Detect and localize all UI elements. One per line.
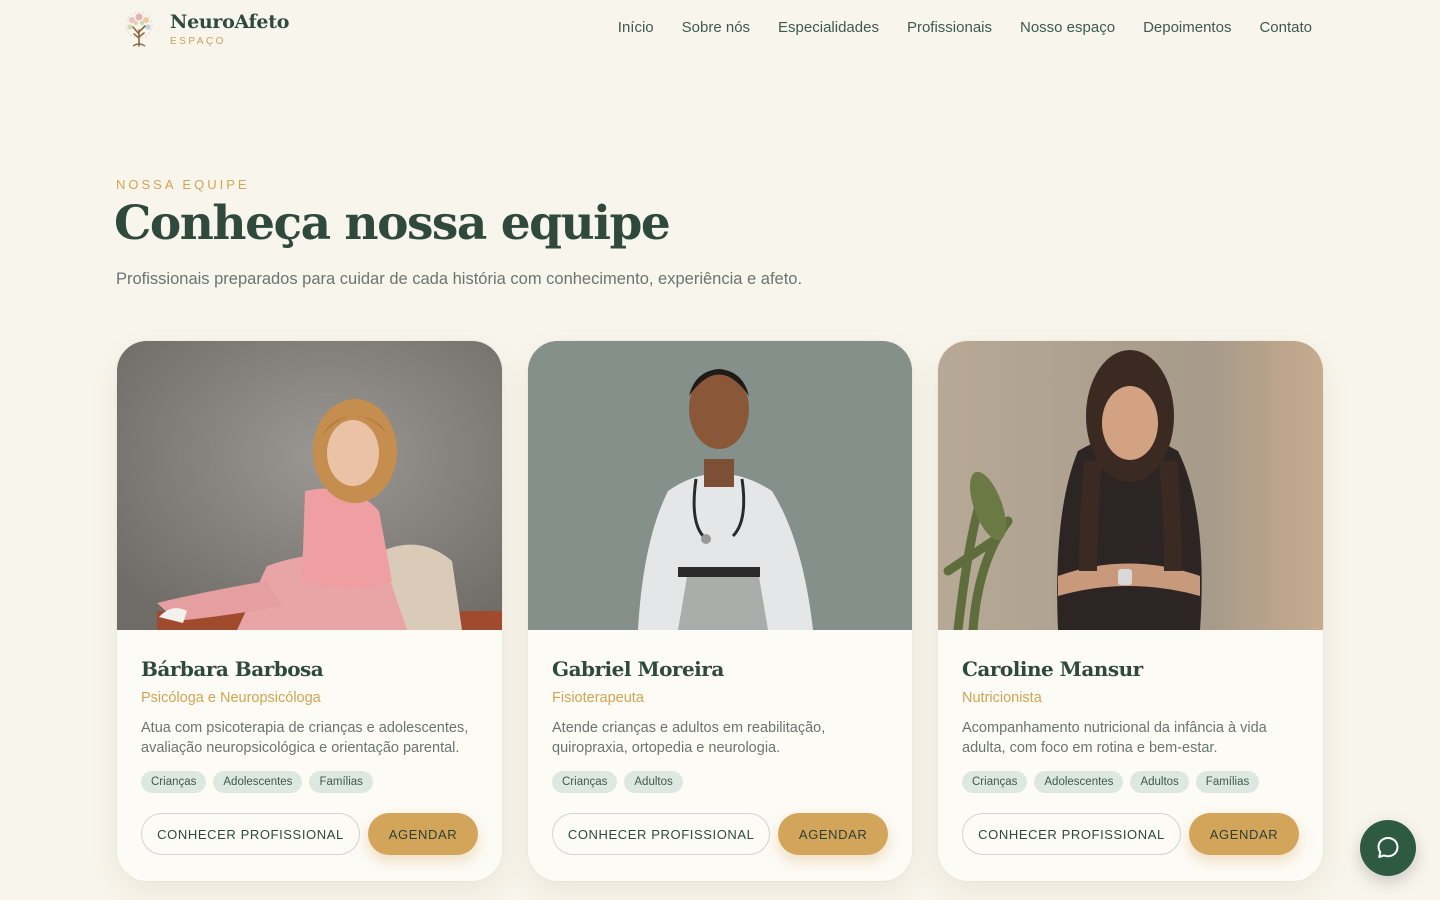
professional-photo bbox=[938, 341, 1323, 630]
team-card-caroline: Caroline Mansur Nutricionista Acompanham… bbox=[938, 341, 1323, 881]
tag-list: Crianças Adolescentes Famílias bbox=[141, 771, 478, 793]
tag-adolescentes: Adolescentes bbox=[1034, 771, 1124, 793]
tree-logo-icon bbox=[125, 11, 153, 47]
professional-name: Bárbara Barbosa bbox=[141, 657, 324, 681]
tag-list: Crianças Adultos bbox=[552, 771, 888, 793]
view-profile-button[interactable]: CONHECER PROFISSIONAL bbox=[552, 813, 771, 855]
professional-role: Fisioterapeuta bbox=[552, 690, 644, 706]
schedule-button[interactable]: AGENDAR bbox=[1189, 813, 1299, 855]
site-header: NeuroAfeto ESPAÇO Início Sobre nós Espec… bbox=[0, 0, 1440, 58]
schedule-button[interactable]: AGENDAR bbox=[778, 813, 888, 855]
brand-name: NeuroAfeto bbox=[170, 11, 290, 33]
team-card-gabriel: Gabriel Moreira Fisioterapeuta Atende cr… bbox=[528, 341, 912, 881]
view-profile-button[interactable]: CONHECER PROFISSIONAL bbox=[962, 813, 1181, 855]
nav-link-nosso-espaco[interactable]: Nosso espaço bbox=[1020, 19, 1115, 36]
professional-description: Atua com psicoterapia de crianças e adol… bbox=[141, 720, 469, 756]
professional-role: Psicóloga e Neuropsicóloga bbox=[141, 690, 321, 706]
tag-adolescentes: Adolescentes bbox=[213, 771, 303, 793]
chat-button[interactable] bbox=[1360, 820, 1416, 876]
chat-bubble-icon bbox=[1377, 837, 1399, 858]
team-card-barbara: Bárbara Barbosa Psicóloga e Neuropsicólo… bbox=[117, 341, 502, 881]
tag-criancas: Crianças bbox=[552, 771, 618, 793]
tag-criancas: Crianças bbox=[141, 771, 207, 793]
main-nav: Início Sobre nós Especialidades Profissi… bbox=[618, 19, 1312, 36]
tag-adultos: Adultos bbox=[1130, 771, 1189, 793]
professional-photo bbox=[117, 341, 502, 630]
card-actions: CONHECER PROFISSIONAL AGENDAR bbox=[962, 813, 1299, 855]
nav-link-sobre-nos[interactable]: Sobre nós bbox=[682, 19, 750, 36]
nav-link-contato[interactable]: Contato bbox=[1259, 19, 1312, 36]
professional-name: Gabriel Moreira bbox=[552, 657, 724, 681]
schedule-button[interactable]: AGENDAR bbox=[368, 813, 478, 855]
nav-link-depoimentos[interactable]: Depoimentos bbox=[1143, 19, 1231, 36]
nav-link-inicio[interactable]: Início bbox=[618, 19, 654, 36]
tag-familias: Famílias bbox=[309, 771, 373, 793]
professional-photo bbox=[528, 341, 912, 630]
professional-description: Atende crianças e adultos em reabilitaçã… bbox=[552, 720, 826, 756]
tag-list: Crianças Adolescentes Adultos Famílias bbox=[962, 771, 1299, 793]
view-profile-button[interactable]: CONHECER PROFISSIONAL bbox=[141, 813, 360, 855]
brand-logo[interactable]: NeuroAfeto ESPAÇO bbox=[120, 10, 289, 48]
section-eyebrow: NOSSA EQUIPE bbox=[116, 177, 250, 192]
tag-adultos: Adultos bbox=[624, 771, 683, 793]
nav-link-especialidades[interactable]: Especialidades bbox=[778, 19, 879, 36]
nav-link-profissionais[interactable]: Profissionais bbox=[907, 19, 992, 36]
tag-familias: Famílias bbox=[1195, 771, 1260, 793]
tag-criancas: Crianças bbox=[962, 771, 1028, 793]
professional-role: Nutricionista bbox=[962, 690, 1042, 706]
card-actions: CONHECER PROFISSIONAL AGENDAR bbox=[141, 813, 478, 855]
card-actions: CONHECER PROFISSIONAL AGENDAR bbox=[552, 813, 888, 855]
section-subtitle: Profissionais preparados para cuidar de … bbox=[116, 270, 803, 288]
professional-description: Acompanhamento nutricional da infância à… bbox=[962, 720, 1267, 756]
brand-subtitle: ESPAÇO bbox=[170, 36, 226, 47]
section-title: Conheça nossa equipe bbox=[114, 196, 671, 251]
professional-name: Caroline Mansur bbox=[962, 657, 1143, 681]
